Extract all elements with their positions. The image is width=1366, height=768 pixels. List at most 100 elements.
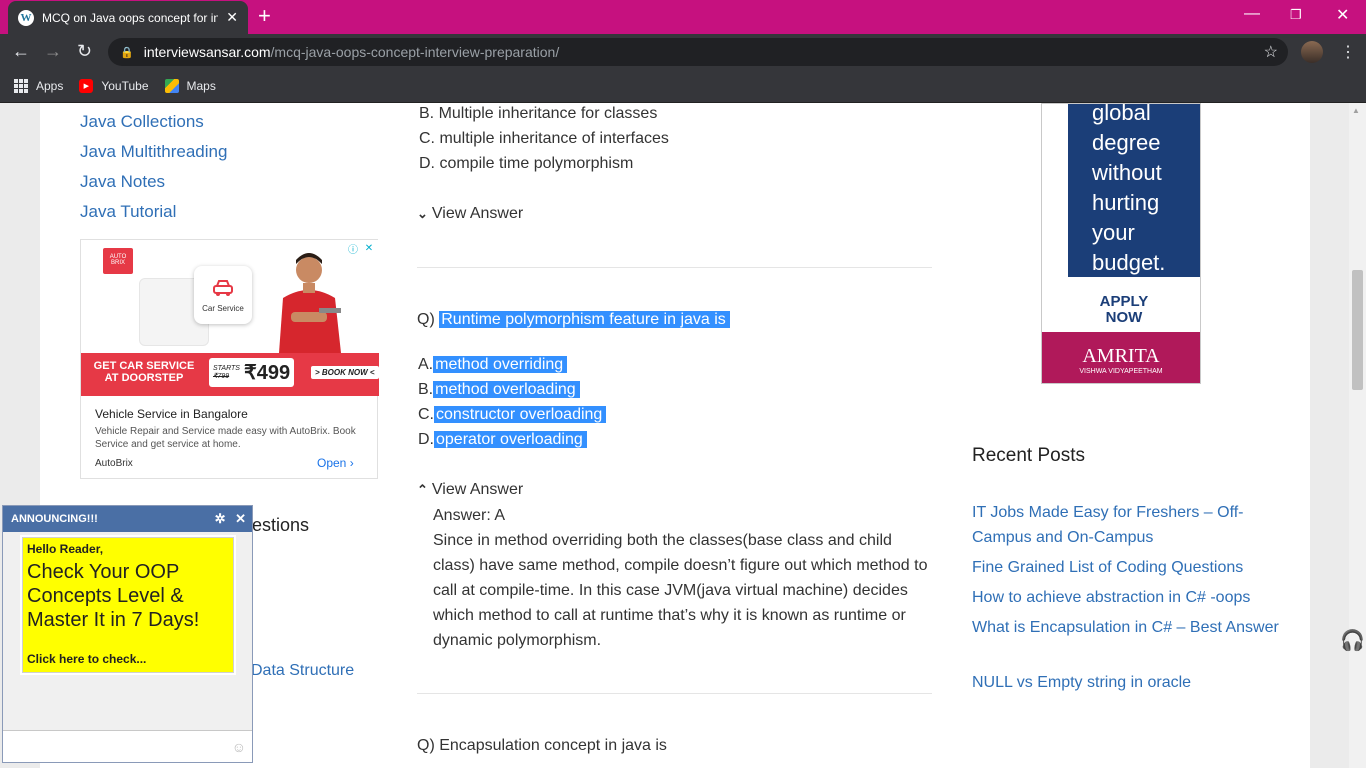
ad-close-icon[interactable]: ✕ bbox=[362, 241, 376, 255]
view-answer-toggle-open[interactable]: ⌃ View Answer bbox=[417, 481, 523, 499]
sidebar-link-java-tutorial[interactable]: Java Tutorial bbox=[80, 202, 176, 222]
divider bbox=[417, 693, 932, 694]
bookmark-maps[interactable]: Maps bbox=[164, 79, 216, 93]
car-service-tile: Car Service bbox=[194, 266, 252, 324]
ad-line: hurting bbox=[1092, 190, 1160, 215]
scrollbar-thumb[interactable] bbox=[1352, 270, 1363, 390]
ad-line: budget. bbox=[1092, 250, 1166, 275]
reload-icon[interactable]: ↻ bbox=[77, 41, 92, 62]
next-question-title: Q) Encapsulation concept in java is bbox=[417, 737, 667, 754]
ad-line: without bbox=[1092, 160, 1162, 185]
ad-brand: AutoBrix bbox=[95, 458, 133, 469]
forward-icon[interactable]: → bbox=[44, 41, 62, 62]
smiley-icon[interactable]: ☺ bbox=[232, 739, 246, 755]
recent-post-link[interactable]: NULL vs Empty string in oracle bbox=[972, 670, 1282, 695]
prev-option-d: D. compile time polymorphism bbox=[419, 155, 634, 172]
url-host: interviewsansar.com bbox=[143, 44, 271, 60]
maps-icon bbox=[164, 79, 179, 93]
headset-icon[interactable]: 🎧 bbox=[1340, 628, 1365, 653]
ad-book-now[interactable]: > BOOK NOW < bbox=[311, 366, 379, 379]
scroll-up-arrow-icon[interactable]: ▲ bbox=[1352, 106, 1360, 115]
sidebar-link-java-collections[interactable]: Java Collections bbox=[80, 112, 204, 132]
ad-title[interactable]: Vehicle Service in Bangalore bbox=[95, 407, 248, 421]
bookmark-label: YouTube bbox=[101, 79, 149, 93]
sidebar-link-java-multithreading[interactable]: Java Multithreading bbox=[80, 142, 227, 162]
close-window-icon[interactable]: ✕ bbox=[1336, 5, 1349, 25]
ad-price: ₹499 bbox=[243, 362, 291, 384]
wordpress-icon: W bbox=[18, 9, 34, 26]
option-text: constructor overloading bbox=[434, 406, 607, 423]
prev-option-b: B. Multiple inheritance for classes bbox=[419, 105, 658, 122]
ad-info-icon[interactable]: ⓘ bbox=[346, 241, 360, 256]
option-letter: D. bbox=[418, 431, 434, 448]
browser-toolbar: ← → ↻ 🔒 interviewsansar.com /mcq-java-oo… bbox=[0, 34, 1366, 70]
amrita-name: AMRITA bbox=[1082, 345, 1160, 367]
recent-post-link[interactable]: Fine Grained List of Coding Questions bbox=[972, 555, 1282, 580]
chat-input[interactable]: ☺ bbox=[3, 730, 252, 762]
tab-close-icon[interactable]: ✕ bbox=[226, 9, 238, 26]
settings-gear-icon[interactable]: ✲ bbox=[215, 511, 226, 526]
answer-explanation: Since in method overriding both the clas… bbox=[433, 532, 928, 649]
option-letter: B. bbox=[418, 381, 434, 398]
announcement-card[interactable]: Hello Reader, Check Your OOP Concepts Le… bbox=[22, 537, 234, 673]
browser-tab[interactable]: W MCQ on Java oops concept for in ✕ bbox=[8, 1, 248, 34]
amrita-logo: AMRITA VISHWA VIDYAPEETHAM bbox=[1042, 332, 1200, 383]
prev-option-c: C. multiple inheritance of interfaces bbox=[419, 130, 669, 147]
ad-line: global bbox=[1092, 103, 1151, 125]
restore-icon[interactable]: ❐ bbox=[1290, 7, 1302, 23]
lock-icon: 🔒 bbox=[120, 46, 134, 59]
option-a[interactable]: A. method overriding bbox=[418, 356, 568, 374]
bookmark-youtube[interactable]: ▶ YouTube bbox=[79, 79, 149, 93]
minimize-icon[interactable]: — bbox=[1244, 5, 1260, 23]
option-letter: C. bbox=[418, 406, 434, 423]
question-text: Runtime polymorphism feature in java is bbox=[439, 311, 730, 328]
profile-avatar[interactable] bbox=[1301, 41, 1323, 63]
announcement-title: ANNOUNCING!!! bbox=[11, 513, 98, 525]
close-icon[interactable]: ✕ bbox=[235, 511, 246, 526]
starts-label: STARTS bbox=[213, 364, 240, 372]
new-tab-button[interactable]: + bbox=[258, 5, 271, 27]
title-bar: W MCQ on Java oops concept for in ✕ + — … bbox=[0, 0, 1366, 34]
option-d[interactable]: D. operator overloading bbox=[418, 431, 587, 449]
recent-post-link[interactable]: What is Encapsulation in C# – Best Answe… bbox=[972, 615, 1282, 640]
bookmark-label: Maps bbox=[186, 79, 216, 93]
divider bbox=[417, 267, 932, 268]
ad-open-button[interactable]: Open › bbox=[317, 456, 354, 470]
view-answer-label: View Answer bbox=[431, 205, 524, 222]
announcement-link[interactable]: Click here to check... bbox=[27, 652, 146, 666]
recent-post-link[interactable]: How to achieve abstraction in C# -oops bbox=[972, 585, 1282, 610]
ad-price-box: STARTS ₹799 ₹499 bbox=[209, 358, 295, 387]
ad-description: Vehicle Repair and Service made easy wit… bbox=[95, 426, 356, 450]
chevron-down-icon: ⌄ bbox=[417, 206, 428, 221]
announcement-body: Hello Reader, Check Your OOP Concepts Le… bbox=[3, 532, 252, 730]
ad-cta-text: GET CAR SERVICE AT DOORSTEP bbox=[93, 360, 195, 384]
announcement-widget: ANNOUNCING!!! ✲ ✕ Hello Reader, Check Yo… bbox=[2, 505, 253, 763]
address-bar[interactable]: 🔒 interviewsansar.com /mcq-java-oops-con… bbox=[108, 38, 1288, 66]
ad-banner-image[interactable]: AUTO BRIX Car Service ⓘ ✕ GET CAR SERVIC… bbox=[81, 240, 379, 396]
bookmark-apps[interactable]: Apps bbox=[14, 79, 63, 93]
answer-text: Answer: A bbox=[433, 507, 506, 524]
amrita-ad[interactable]: global degree without hurting your budge… bbox=[1041, 103, 1201, 384]
recent-post-link[interactable]: IT Jobs Made Easy for Freshers – Off-Cam… bbox=[972, 500, 1282, 550]
scrollbar[interactable] bbox=[1349, 103, 1366, 768]
ad-line: degree bbox=[1092, 130, 1161, 155]
apply-now-button[interactable]: APPLY NOW bbox=[1094, 294, 1154, 326]
option-b[interactable]: B. method overloading bbox=[418, 381, 580, 399]
mechanic-image bbox=[279, 253, 341, 353]
sidebar-link-java-notes[interactable]: Java Notes bbox=[80, 172, 165, 192]
bookmark-star-icon[interactable]: ☆ bbox=[1264, 42, 1278, 62]
amrita-ad-text: global degree without hurting your budge… bbox=[1068, 103, 1200, 277]
autobrix-logo: AUTO BRIX bbox=[103, 248, 133, 274]
back-icon[interactable]: ← bbox=[12, 41, 30, 62]
bookmark-label: Apps bbox=[36, 79, 64, 93]
youtube-icon: ▶ bbox=[79, 79, 94, 93]
menu-dots-icon[interactable]: ⋮ bbox=[1340, 42, 1356, 62]
option-c[interactable]: C. constructor overloading bbox=[418, 406, 607, 424]
view-answer-toggle[interactable]: ⌄ View Answer bbox=[417, 205, 523, 223]
sidebar-link-data-structure[interactable]: Data Structure bbox=[251, 662, 354, 680]
question-title: Q) Runtime polymorphism feature in java … bbox=[417, 311, 730, 329]
ad-choices[interactable]: ⓘ ✕ bbox=[346, 241, 378, 256]
ad-line: your bbox=[1092, 220, 1135, 245]
car-service-ad[interactable]: AUTO BRIX Car Service ⓘ ✕ GET CAR SERVIC… bbox=[80, 239, 379, 479]
url-path: /mcq-java-oops-concept-interview-prepara… bbox=[270, 44, 560, 60]
